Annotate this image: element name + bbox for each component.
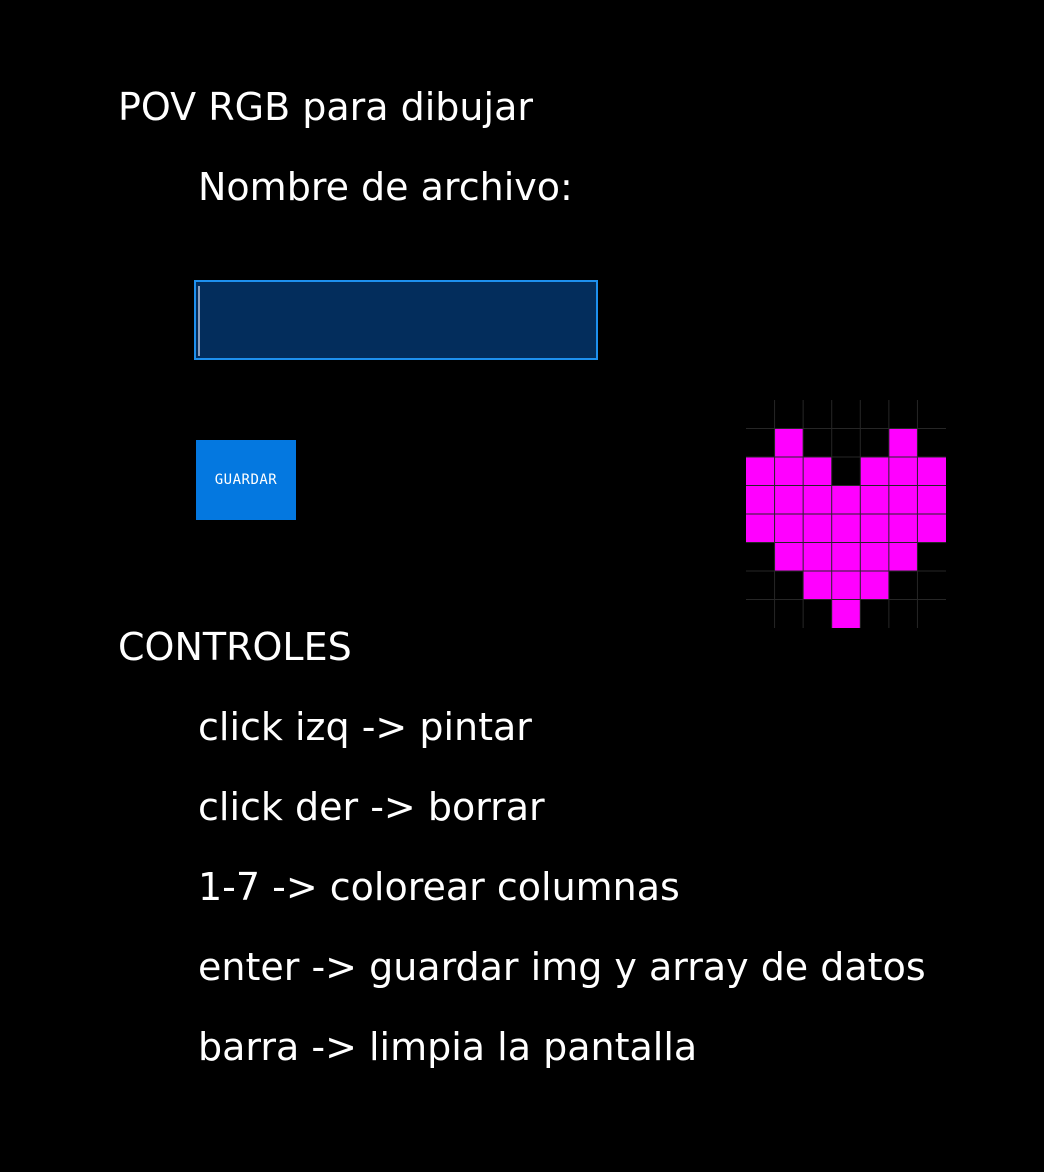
pixel-cell-painted[interactable]: [917, 485, 946, 515]
controls-title: CONTROLES: [118, 625, 352, 669]
pixel-cell-painted[interactable]: [803, 485, 832, 515]
pixel-cell-painted[interactable]: [746, 485, 775, 515]
pixel-cell-empty[interactable]: [831, 428, 861, 458]
pixel-cell-painted[interactable]: [888, 428, 918, 458]
pixel-cell-empty[interactable]: [860, 400, 889, 429]
pixel-cell-empty[interactable]: [831, 457, 861, 486]
pixel-cell-empty[interactable]: [746, 428, 775, 458]
pixel-cell-empty[interactable]: [917, 542, 946, 572]
pixel-cell-painted[interactable]: [831, 599, 861, 629]
pixel-cell-empty[interactable]: [888, 571, 918, 600]
pixel-cell-painted[interactable]: [860, 485, 889, 515]
pixel-cell-painted[interactable]: [803, 542, 832, 572]
pixel-drawing-canvas[interactable]: [746, 400, 946, 628]
pixel-cell-empty[interactable]: [888, 400, 918, 429]
pixel-cell-empty[interactable]: [860, 428, 889, 458]
pixel-cell-painted[interactable]: [803, 457, 832, 486]
pixel-cell-painted[interactable]: [774, 542, 804, 572]
pixel-cell-painted[interactable]: [831, 571, 861, 600]
pixel-cell-painted[interactable]: [917, 514, 946, 543]
pixel-cell-empty[interactable]: [746, 542, 775, 572]
pixel-cell-painted[interactable]: [803, 571, 832, 600]
pixel-cell-empty[interactable]: [746, 599, 775, 629]
pixel-cell-empty[interactable]: [803, 599, 832, 629]
pixel-cell-empty[interactable]: [746, 400, 775, 429]
pixel-cell-painted[interactable]: [774, 457, 804, 486]
control-hint-clear: barra -> limpia la pantalla: [198, 1025, 698, 1069]
pixel-cell-empty[interactable]: [803, 400, 832, 429]
pixel-cell-painted[interactable]: [860, 542, 889, 572]
pixel-cell-empty[interactable]: [803, 428, 832, 458]
pixel-cell-painted[interactable]: [888, 485, 918, 515]
control-hint-save: enter -> guardar img y array de datos: [198, 945, 926, 989]
pixel-cell-painted[interactable]: [774, 428, 804, 458]
pixel-cell-painted[interactable]: [860, 571, 889, 600]
pixel-cell-painted[interactable]: [888, 542, 918, 572]
control-hint-erase: click der -> borrar: [198, 785, 545, 829]
pixel-cell-empty[interactable]: [774, 400, 804, 429]
app-title: POV RGB para dibujar: [118, 85, 533, 129]
pixel-cell-painted[interactable]: [917, 457, 946, 486]
pixel-cell-empty[interactable]: [917, 599, 946, 629]
pixel-cell-empty[interactable]: [746, 571, 775, 600]
pixel-cell-painted[interactable]: [831, 542, 861, 572]
save-button[interactable]: GUARDAR: [196, 440, 296, 520]
pixel-cell-empty[interactable]: [774, 599, 804, 629]
pixel-cell-painted[interactable]: [746, 457, 775, 486]
control-hint-paint: click izq -> pintar: [198, 705, 532, 749]
pixel-cell-painted[interactable]: [888, 457, 918, 486]
pixel-cell-painted[interactable]: [831, 485, 861, 515]
pixel-cell-empty[interactable]: [917, 428, 946, 458]
pixel-cell-empty[interactable]: [774, 571, 804, 600]
filename-input[interactable]: [194, 280, 598, 360]
pixel-cell-empty[interactable]: [917, 400, 946, 429]
control-hint-color-columns: 1-7 -> colorear columnas: [198, 865, 680, 909]
pixel-cell-painted[interactable]: [860, 457, 889, 486]
pixel-cell-painted[interactable]: [803, 514, 832, 543]
pixel-cell-painted[interactable]: [888, 514, 918, 543]
pixel-cell-empty[interactable]: [888, 599, 918, 629]
pixel-cell-painted[interactable]: [831, 514, 861, 543]
pixel-cell-empty[interactable]: [831, 400, 861, 429]
pixel-cell-painted[interactable]: [746, 514, 775, 543]
pixel-cell-painted[interactable]: [860, 514, 889, 543]
pixel-cell-painted[interactable]: [774, 514, 804, 543]
pixel-cell-empty[interactable]: [860, 599, 889, 629]
pixel-cell-empty[interactable]: [917, 571, 946, 600]
filename-label: Nombre de archivo:: [198, 165, 573, 209]
pixel-cell-painted[interactable]: [774, 485, 804, 515]
